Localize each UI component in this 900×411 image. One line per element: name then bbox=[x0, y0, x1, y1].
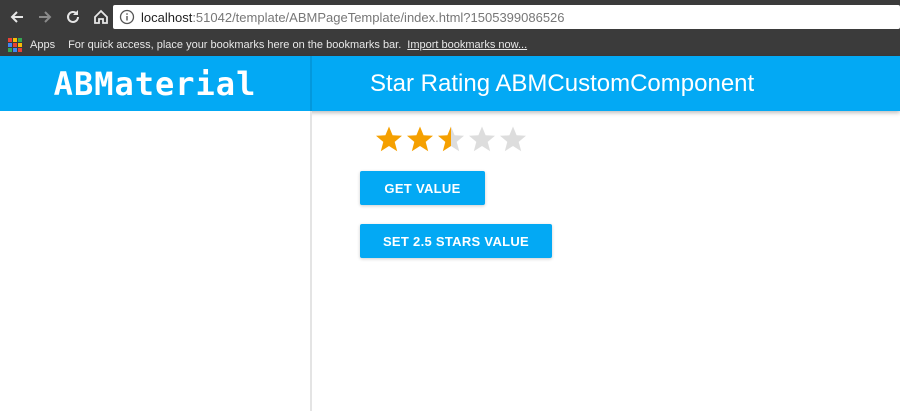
apps-link[interactable]: Apps bbox=[30, 39, 55, 51]
import-bookmarks-link[interactable]: Import bookmarks now... bbox=[407, 39, 527, 51]
url-host: localhost bbox=[141, 9, 193, 25]
browser-toolbar: localhost:51042/template/ABMPageTemplate… bbox=[0, 0, 900, 34]
apps-grid-icon[interactable] bbox=[8, 38, 22, 52]
sidebar bbox=[0, 111, 312, 411]
bookmarks-hint: For quick access, place your bookmarks h… bbox=[68, 39, 402, 51]
logo-panel: ABMaterial bbox=[0, 56, 312, 111]
star-icon[interactable] bbox=[374, 125, 404, 153]
url-text: localhost:51042/template/ABMPageTemplate… bbox=[141, 10, 565, 25]
info-icon[interactable] bbox=[119, 9, 135, 25]
bookmarks-bar: Apps For quick access, place your bookma… bbox=[0, 34, 900, 56]
star-shape bbox=[500, 126, 526, 152]
app-logo[interactable]: ABMaterial bbox=[54, 65, 257, 103]
main-content: GET VALUE SET 2.5 STARS VALUE bbox=[314, 111, 900, 411]
star-icon[interactable] bbox=[498, 125, 528, 153]
star-icon[interactable] bbox=[467, 125, 497, 153]
home-button[interactable] bbox=[88, 4, 114, 30]
reload-button[interactable] bbox=[60, 4, 86, 30]
arrow-right-icon bbox=[39, 11, 52, 23]
home-icon bbox=[94, 9, 108, 24]
page-title: Star Rating ABMCustomComponent bbox=[370, 69, 755, 97]
set-value-button[interactable]: SET 2.5 STARS VALUE bbox=[360, 224, 552, 258]
star-shape bbox=[469, 126, 495, 152]
address-bar[interactable]: localhost:51042/template/ABMPageTemplate… bbox=[113, 5, 900, 29]
url-path: :51042/template/ABMPageTemplate/index.ht… bbox=[192, 9, 565, 25]
reload-icon bbox=[67, 10, 79, 23]
forward-button[interactable] bbox=[32, 4, 58, 30]
star-icon[interactable] bbox=[405, 125, 435, 153]
arrow-left-icon bbox=[10, 11, 23, 23]
app-header: ABMaterial Star Rating ABMCustomComponen… bbox=[0, 56, 900, 111]
star-shape bbox=[407, 126, 433, 152]
star-shape bbox=[376, 126, 402, 152]
get-value-button[interactable]: GET VALUE bbox=[360, 171, 485, 205]
back-button[interactable] bbox=[4, 4, 30, 30]
star-rating[interactable] bbox=[374, 125, 529, 153]
star-icon[interactable] bbox=[436, 125, 466, 153]
star-shape bbox=[438, 126, 464, 152]
